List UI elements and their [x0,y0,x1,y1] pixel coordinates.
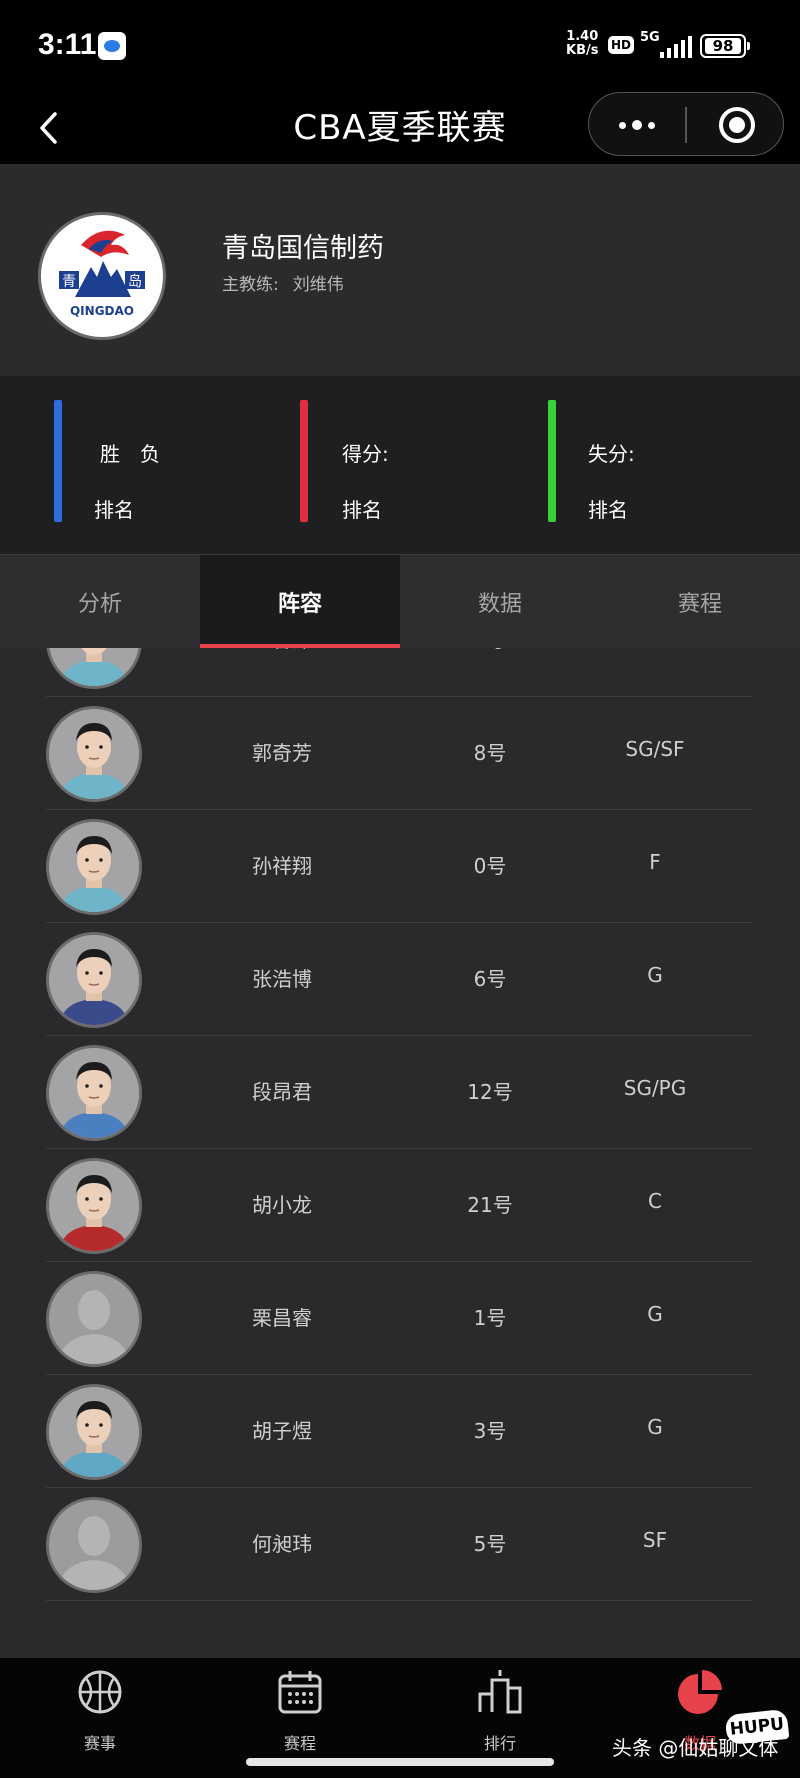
player-number: 5号 [473,1532,507,1556]
stat-color-bar [54,400,62,522]
player-row[interactable]: 胡小龙 21号 C [0,1149,800,1262]
svg-text:青: 青 [62,274,76,290]
tabbar-item-ranking[interactable]: 排行 [400,1664,600,1764]
player-photo [46,932,142,1028]
coach-label: 主教练: [222,275,279,295]
player-photo [46,1045,142,1141]
player-name: 何昶玮 [252,1532,312,1556]
ranking-icon [478,1670,522,1714]
status-bar: 3:11 1.40 KB/s HD 5G 98 [0,0,800,92]
close-button[interactable] [719,107,755,143]
app-notification-icon [98,32,126,60]
roster-list[interactable]: 王睿泽2号SG/SF郭奇芳8号SG/SF孙祥翔0号F张浩博6号G段昂君12号SG… [0,648,800,1658]
calendar-icon [278,1671,322,1714]
player-photo [46,648,142,689]
svg-text:岛: 岛 [128,274,142,290]
player-name: 张浩博 [252,967,312,991]
hd-icon: HD [608,36,635,54]
section-tabs: 分析 阵容 数据 赛程 [0,554,800,649]
team-name: 青岛国信制药 [222,233,384,264]
tab-roster[interactable]: 阵容 [200,555,400,649]
player-position: F [649,850,661,874]
player-row[interactable]: 段昂君 12号 SG/PG [0,1036,800,1149]
player-photo [46,706,142,802]
player-name: 栗昌睿 [252,1306,312,1330]
stat-color-bar [300,400,308,522]
home-indicator[interactable] [246,1758,554,1766]
tab-schedule[interactable]: 赛程 [600,555,800,649]
player-position: G [647,1302,663,1326]
player-number: 3号 [473,1419,507,1443]
player-position: G [647,963,663,987]
player-number: 0号 [473,854,507,878]
player-position: SG/SF [625,737,685,761]
player-row[interactable]: 王睿泽2号SG/SF [0,648,800,697]
player-row[interactable]: 胡子煜 3号 G [0,1375,800,1488]
more-button[interactable] [589,93,685,157]
avatar-placeholder-icon [46,1271,142,1367]
player-number: 8号 [473,741,507,765]
player-position: G [647,1415,663,1439]
team-logo: 青 岛 QINGDAO [38,212,166,340]
nav-bar: CBA夏季联赛 [0,92,800,164]
signal-icon: 5G [640,30,692,60]
player-number: 2号 [440,648,540,653]
avatar-placeholder-icon [46,1497,142,1593]
basketball-icon [78,1670,122,1714]
player-row[interactable]: 何昶玮 5号 SF [0,1488,800,1601]
player-photo [46,1384,142,1480]
player-name: 孙祥翔 [252,854,312,878]
player-name: 段昂君 [252,1080,312,1104]
player-name: 胡小龙 [252,1193,312,1217]
player-row[interactable]: 孙祥翔 0号 F [0,810,800,923]
player-row[interactable]: 郭奇芳 8号 SG/SF [0,697,800,810]
stat-color-bar [548,400,556,522]
player-number: 12号 [467,1080,513,1104]
network-speed: 1.40 KB/s [566,29,599,58]
player-name: 王睿泽 [220,648,344,653]
player-position: C [648,1189,662,1213]
player-photo [46,819,142,915]
player-row[interactable]: 栗昌睿 1号 G [0,1262,800,1375]
team-header: 青 岛 QINGDAO 青岛国信制药 主教练: 刘维伟 [0,164,800,376]
status-time: 3:11 [38,28,97,61]
player-name: 郭奇芳 [252,741,312,765]
watermark: 头条 @仙姑聊文体 [612,1736,779,1760]
coach-name: 刘维伟 [292,275,344,295]
player-number: 21号 [467,1193,513,1217]
tabbar-item-schedule[interactable]: 赛程 [200,1664,400,1764]
player-name: 胡子煜 [252,1419,312,1443]
tab-analysis[interactable]: 分析 [0,555,200,649]
tab-data[interactable]: 数据 [400,555,600,649]
pie-chart-icon [678,1670,722,1714]
coach-info: 主教练: 刘维伟 [222,270,344,295]
battery-icon: 98 [700,34,750,58]
svg-text:QINGDAO: QINGDAO [70,304,134,318]
mini-program-capsule [588,92,784,156]
player-number: 1号 [473,1306,507,1330]
tabbar-item-events[interactable]: 赛事 [0,1664,200,1764]
player-row[interactable]: 张浩博 6号 G [0,923,800,1036]
player-number: 6号 [473,967,507,991]
player-photo [46,1158,142,1254]
player-position: SG/PG [623,1076,687,1100]
player-position: SF [642,1528,668,1552]
stats-band: 胜 负 排名 得分: 排名 失分: 排名 [0,376,800,554]
